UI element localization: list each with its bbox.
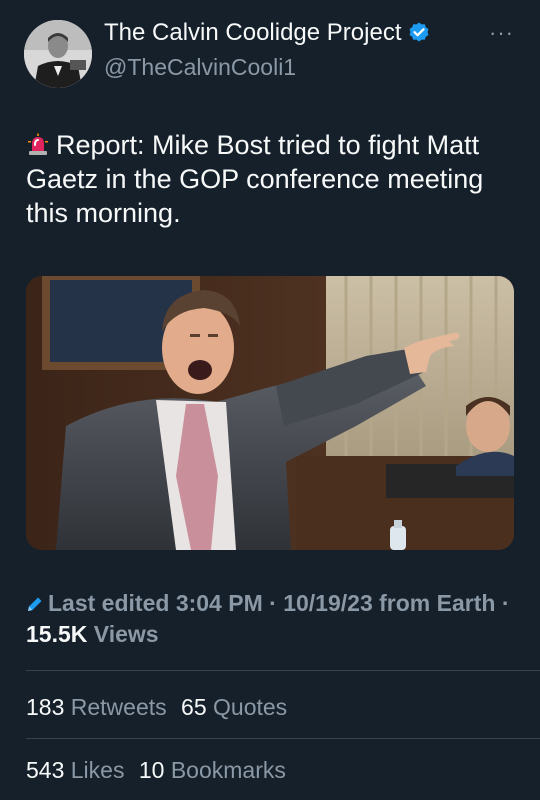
tweet-body: Report: Mike Bost tried to fight Matt Ga… — [26, 130, 484, 228]
retweets-label: Retweets — [70, 694, 167, 720]
verified-badge-icon — [407, 21, 431, 45]
more-options-button[interactable]: ··· — [489, 22, 514, 44]
meta-separator: · — [501, 590, 510, 616]
author-name-row[interactable]: The Calvin Coolidge Project — [104, 18, 431, 48]
tweet-date[interactable]: 10/19/23 — [283, 590, 373, 616]
avatar-photo — [24, 20, 92, 88]
likes-link[interactable]: 543 Likes — [26, 757, 131, 783]
divider — [26, 738, 540, 739]
quotes-link[interactable]: 65 Quotes — [181, 694, 287, 720]
retweets-link[interactable]: 183 Retweets — [26, 694, 173, 720]
tweet-location: Earth — [436, 590, 496, 616]
tweet-text: Report: Mike Bost tried to fight Matt Ga… — [26, 128, 526, 230]
rotating-light-icon — [26, 131, 50, 155]
author-handle[interactable]: @TheCalvinCooli1 — [104, 52, 296, 82]
from-label: from — [379, 590, 431, 616]
likes-label: Likes — [70, 757, 125, 783]
pencil-icon — [26, 590, 44, 611]
tweet-meta: Last edited 3:04 PM · 10/19/23 from Eart… — [26, 588, 526, 650]
views-count: 15.5K — [26, 621, 88, 647]
edited-label[interactable]: Last edited — [48, 590, 169, 616]
tweet-photo — [26, 276, 514, 550]
likes-count: 543 — [26, 757, 65, 783]
author-name[interactable]: The Calvin Coolidge Project — [104, 18, 401, 48]
bookmarks-count: 10 — [138, 757, 165, 783]
meta-separator: · — [269, 590, 277, 616]
quotes-count: 65 — [181, 694, 207, 720]
bookmarks-label: Bookmarks — [170, 757, 286, 783]
retweets-count: 183 — [26, 694, 65, 720]
retweets-quotes-row: 183 Retweets 65 Quotes — [26, 692, 295, 722]
views-label: Views — [93, 621, 159, 647]
tweet-media-photo[interactable] — [26, 276, 514, 550]
tweet-time[interactable]: 3:04 PM — [176, 590, 263, 616]
quotes-label: Quotes — [213, 694, 288, 720]
bookmarks-link[interactable]: 10 Bookmarks — [139, 757, 286, 783]
divider — [26, 670, 540, 671]
author-avatar[interactable] — [24, 20, 92, 88]
likes-bookmarks-row: 543 Likes 10 Bookmarks — [26, 755, 294, 785]
